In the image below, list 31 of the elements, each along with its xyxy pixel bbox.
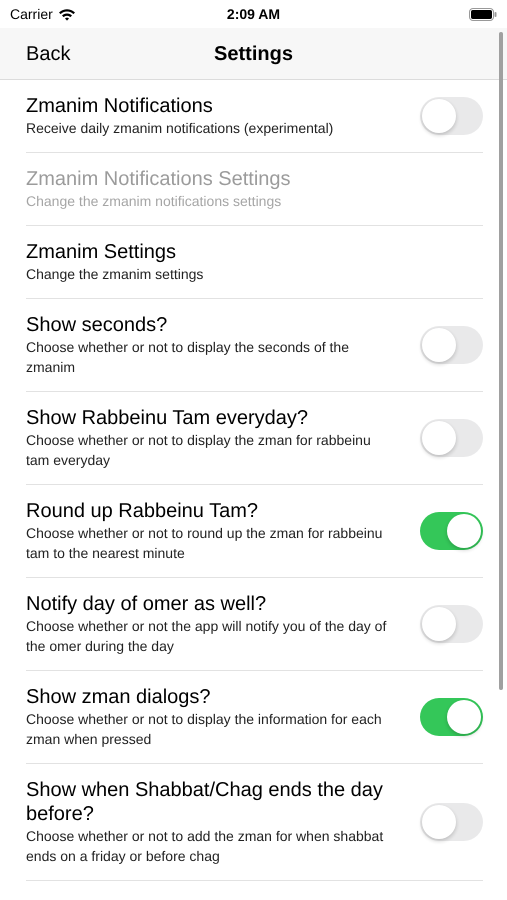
setting-description: Choose whether or not to display the zman for rabbeinu tam everyday — [26, 431, 372, 470]
battery-icon — [468, 8, 497, 20]
navigation-title: Settings — [214, 42, 293, 66]
wifi-icon — [58, 8, 76, 20]
clock-time: 2:09 AM — [226, 4, 280, 24]
toggle-switch[interactable] — [420, 512, 483, 550]
setting-title: Notify day of omer as well? — [26, 592, 268, 616]
toggle-switch[interactable] — [420, 326, 483, 364]
setting-description: Choose whether or not to display the seconds of the zmanim — [26, 338, 350, 377]
back-button[interactable]: Back — [26, 38, 70, 68]
setting-title: Zmanim Notifications — [26, 94, 214, 118]
setting-description: Change the zmanim notifications settings — [26, 192, 282, 211]
setting-title: Show seconds? — [26, 313, 168, 337]
carrier-name: Carrier — [10, 4, 53, 24]
toggle-switch[interactable] — [420, 97, 483, 135]
setting-description: Change the zmanim settings — [26, 265, 204, 284]
toggle-switch[interactable] — [420, 698, 483, 736]
setting-description: Choose whether or not the app will notify you of the day of the omer during the day — [26, 617, 388, 656]
toggle-switch[interactable] — [420, 419, 483, 457]
setting-description: Choose whether or not to add the zman for when shabbat ends on a friday or before chag — [26, 827, 384, 866]
setting-title: Zmanim Notifications Settings — [26, 167, 292, 191]
toggle-switch[interactable] — [420, 605, 483, 643]
setting-title: Show when Shabbat/Chag ends the day before? — [26, 778, 384, 826]
setting-description: Choose whether or not to display the information for each zman when pressed — [26, 710, 383, 749]
setting-description: Receive daily zmanim notifications (experimental) — [26, 119, 334, 138]
setting-title: Round up Rabbeinu Tam? — [26, 499, 260, 523]
setting-description: Choose whether or not to round up the zman for rabbeinu tam to the nearest minute — [26, 524, 384, 563]
setting-title: Show Rabbeinu Tam everyday? — [26, 406, 310, 430]
setting-title: Show zman dialogs? — [26, 685, 212, 709]
toggle-switch[interactable] — [420, 803, 483, 841]
setting-title: Zmanim Settings — [26, 240, 178, 264]
